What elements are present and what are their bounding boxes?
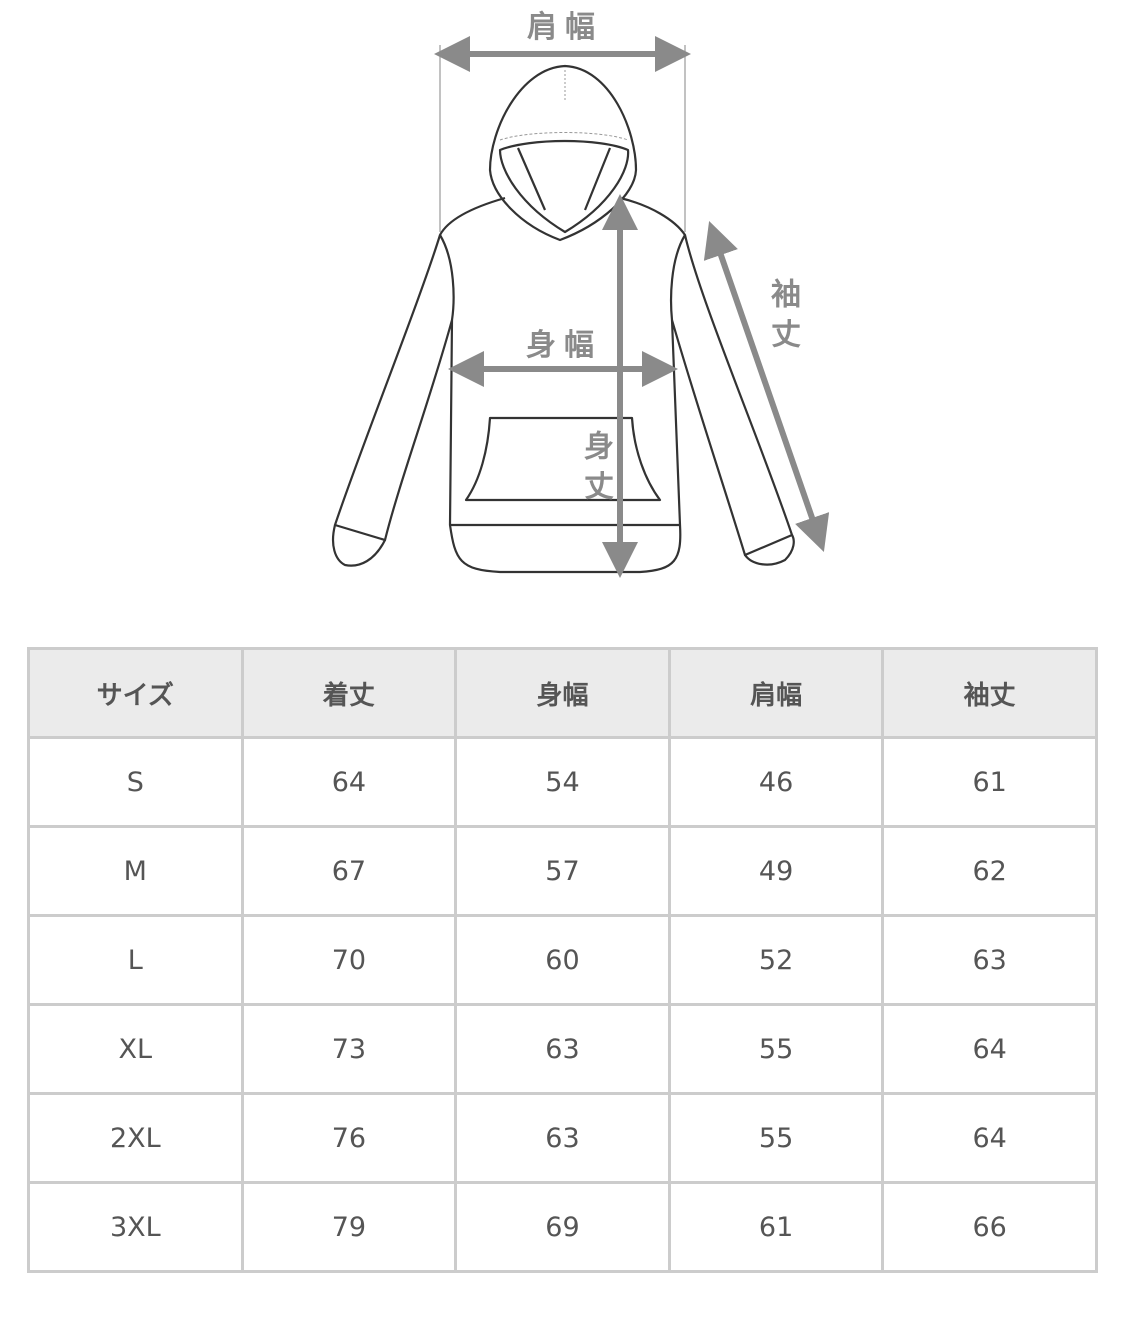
sleeve-length-label: 袖丈	[765, 278, 800, 358]
measurement-cell: 73	[240, 1003, 458, 1095]
measurement-cell: 54	[454, 736, 671, 828]
measurement-cell: 76	[240, 1092, 458, 1184]
measurement-cell: 79	[240, 1181, 458, 1273]
table-row: XL 73 63 55 64	[27, 1003, 1098, 1095]
table-row: 3XL 79 69 61 66	[27, 1181, 1098, 1273]
hoodie-illustration	[331, 36, 830, 578]
measurement-cell: 69	[454, 1181, 671, 1273]
measurement-cell: 64	[881, 1092, 1098, 1184]
measurement-cell: 63	[881, 914, 1098, 1006]
column-header: 肩幅	[667, 647, 885, 739]
size-cell: 3XL	[27, 1181, 244, 1273]
measurement-cell: 61	[667, 1181, 885, 1273]
measurement-cell: 46	[667, 736, 885, 828]
size-table: サイズ 着丈 身幅 肩幅 袖丈 S 64 54 46 61 M 67 57 49 62 L 70 60 52 63 X…	[27, 647, 1098, 1273]
column-header: 身幅	[454, 647, 671, 739]
table-row: S 64 54 46 61	[27, 736, 1098, 828]
measurement-cell: 62	[881, 825, 1098, 917]
column-header: 着丈	[240, 647, 458, 739]
measurement-cell: 66	[881, 1181, 1098, 1273]
table-row: L 70 60 52 63	[27, 914, 1098, 1006]
measurement-cell: 63	[454, 1003, 671, 1095]
measurement-cell: 63	[454, 1092, 671, 1184]
measurement-cell: 60	[454, 914, 671, 1006]
column-header: 袖丈	[881, 647, 1098, 739]
measurement-cell: 49	[667, 825, 885, 917]
size-cell: S	[27, 736, 244, 828]
body-width-label: 身幅	[526, 328, 602, 363]
measurement-cell: 70	[240, 914, 458, 1006]
column-header: サイズ	[27, 647, 244, 739]
size-cell: M	[27, 825, 244, 917]
measurement-cell: 55	[667, 1092, 885, 1184]
table-header-row: サイズ 着丈 身幅 肩幅 袖丈	[27, 647, 1098, 739]
shoulder-width-label: 肩幅	[527, 10, 603, 45]
measurement-cell: 67	[240, 825, 458, 917]
measurement-cell: 64	[240, 736, 458, 828]
measurement-cell: 52	[667, 914, 885, 1006]
table-row: M 67 57 49 62	[27, 825, 1098, 917]
measurement-cell: 55	[667, 1003, 885, 1095]
size-cell: 2XL	[27, 1092, 244, 1184]
table-row: 2XL 76 63 55 64	[27, 1092, 1098, 1184]
size-cell: L	[27, 914, 244, 1006]
measurement-cell: 57	[454, 825, 671, 917]
hoodie-measurement-diagram: 肩幅 身幅 身丈 袖丈	[0, 0, 1125, 600]
body-length-label: 身丈	[578, 430, 613, 510]
size-cell: XL	[27, 1003, 244, 1095]
measurement-cell: 61	[881, 736, 1098, 828]
measurement-cell: 64	[881, 1003, 1098, 1095]
